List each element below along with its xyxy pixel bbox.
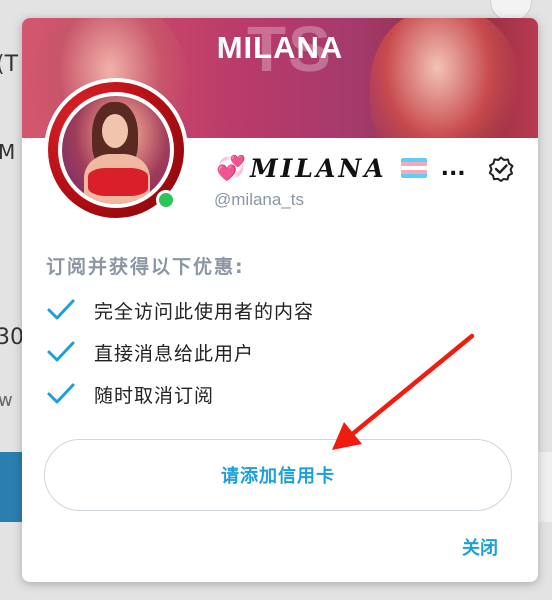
avatar-photo (62, 96, 170, 204)
background-text: w (0, 390, 13, 411)
benefit-item: 直接消息给此用户 (46, 336, 254, 368)
verified-badge-icon (488, 156, 514, 182)
benefit-label: 直接消息给此用户 (94, 342, 255, 365)
profile-name-row: 💞 MILANA ... (216, 148, 466, 188)
background-text: M (0, 140, 16, 164)
background-text: 30 (0, 325, 24, 350)
online-status-dot (156, 190, 176, 210)
check-icon (47, 341, 75, 362)
benefit-item: 随时取消订阅 (46, 378, 214, 410)
profile-name: MILANA (250, 153, 387, 183)
background-text: (T (0, 52, 19, 77)
name-ellipsis: ... (440, 155, 466, 181)
close-button[interactable]: 关闭 (462, 534, 498, 560)
banner-title: MILANA (216, 30, 344, 65)
add-credit-card-button[interactable]: 请添加信用卡 (44, 439, 512, 511)
subscribe-modal: TS MILANA 💞 MILANA ... @milana_ts 订阅并获得以… (22, 18, 538, 582)
check-icon (47, 299, 75, 320)
background-button (0, 452, 22, 522)
benefit-label: 随时取消订阅 (94, 384, 215, 407)
two-hearts-icon: 💞 (216, 154, 246, 182)
profile-handle: @milana_ts (214, 190, 305, 209)
check-icon (47, 383, 75, 404)
benefits-title: 订阅并获得以下优惠: (46, 256, 245, 278)
transgender-flag-icon (400, 158, 427, 178)
benefit-label: 完全访问此使用者的内容 (94, 300, 315, 323)
avatar-inner-ring (58, 92, 174, 208)
benefit-item: 完全访问此使用者的内容 (46, 294, 314, 326)
